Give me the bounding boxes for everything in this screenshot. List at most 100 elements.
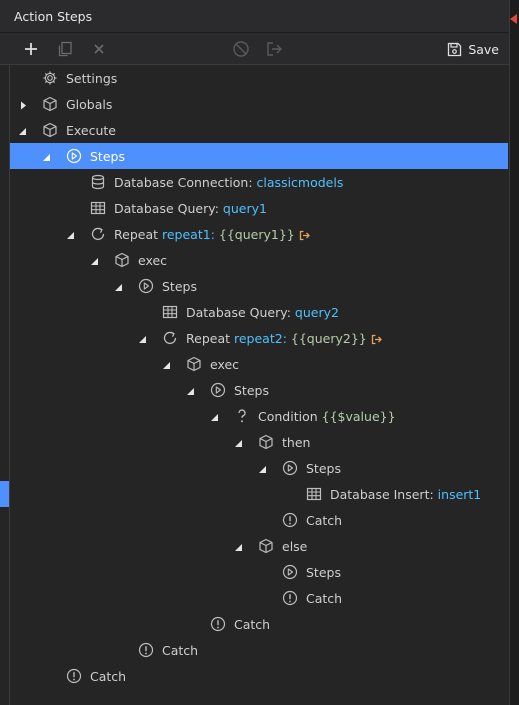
exclamation-circle-icon bbox=[65, 667, 83, 685]
tree-item-label: Database Query: query1 bbox=[114, 201, 267, 216]
tree-item-label: Catch bbox=[90, 669, 127, 684]
tree-item-label: Catch bbox=[234, 617, 271, 632]
tree-item-label: exec bbox=[210, 357, 240, 372]
tree-item-then[interactable]: then bbox=[10, 429, 508, 455]
collapse-triangle-icon[interactable] bbox=[138, 333, 147, 343]
tree-item-label: else bbox=[282, 539, 308, 554]
tree-item-label: Database Insert: insert1 bbox=[330, 487, 482, 502]
tree-item-label: Catch bbox=[306, 591, 343, 606]
tree-item-label: Globals bbox=[66, 97, 113, 112]
tree-item-label: exec bbox=[138, 253, 168, 268]
tree-item-label: Steps bbox=[234, 383, 269, 398]
tree-item-steps[interactable]: Steps bbox=[10, 143, 508, 169]
exclamation-circle-icon bbox=[281, 589, 299, 607]
tree-item-catch[interactable]: Catch bbox=[10, 611, 508, 637]
exclamation-circle-icon bbox=[137, 641, 155, 659]
save-button[interactable]: Save bbox=[447, 39, 499, 59]
collapse-triangle-icon[interactable] bbox=[162, 359, 171, 369]
collapse-triangle-icon[interactable] bbox=[18, 125, 27, 135]
copy-icon[interactable] bbox=[55, 39, 75, 59]
repeat-icon bbox=[161, 329, 179, 347]
tree-item-catch[interactable]: Catch bbox=[10, 663, 508, 689]
tree-item-database-insert[interactable]: Database Insert: insert1 bbox=[10, 481, 508, 507]
connection-value: classicmodels bbox=[256, 175, 344, 190]
collapse-triangle-icon[interactable] bbox=[90, 255, 99, 265]
panel-titlebar: Action Steps bbox=[0, 0, 509, 33]
tree-item-label: Settings bbox=[66, 71, 118, 86]
tree-item-catch[interactable]: Catch bbox=[10, 507, 508, 533]
tree-item-repeat1[interactable]: Repeat repeat1: {{query1}} bbox=[10, 221, 508, 247]
tree-item-label: Catch bbox=[306, 513, 343, 528]
plus-icon[interactable] bbox=[21, 39, 41, 59]
collapse-triangle-icon[interactable] bbox=[42, 151, 51, 161]
collapse-triangle-icon[interactable] bbox=[186, 385, 195, 395]
play-circle-icon bbox=[281, 459, 299, 477]
left-accent-bar bbox=[0, 481, 9, 507]
close-icon[interactable] bbox=[89, 39, 109, 59]
tree-item-condition[interactable]: Condition {{$value}} bbox=[10, 403, 508, 429]
repeat-name: repeat1: bbox=[162, 227, 215, 242]
tree-item-label: Repeat repeat1: {{query1}} bbox=[114, 227, 311, 242]
exclamation-circle-icon bbox=[281, 511, 299, 529]
right-edge-strip bbox=[509, 0, 519, 705]
tree-item-exec[interactable]: exec bbox=[10, 247, 508, 273]
tree-item-label: Condition {{$value}} bbox=[258, 409, 396, 424]
query-value: query1 bbox=[222, 201, 267, 216]
table-icon bbox=[89, 199, 107, 217]
steps-tree: Settings Globals Execute Steps Database … bbox=[0, 65, 509, 705]
collapse-triangle-icon[interactable] bbox=[258, 463, 267, 473]
collapse-triangle-icon[interactable] bbox=[234, 437, 243, 447]
floppy-disk-icon bbox=[448, 42, 462, 56]
collapse-triangle-icon[interactable] bbox=[234, 541, 243, 551]
tree-item-label: then bbox=[282, 435, 311, 450]
disable-icon[interactable] bbox=[231, 39, 251, 59]
collapse-triangle-icon[interactable] bbox=[210, 411, 219, 421]
play-circle-icon bbox=[137, 277, 155, 295]
action-steps-window: Action Steps Save Settings Globals Execu… bbox=[0, 0, 519, 705]
expand-triangle-icon[interactable] bbox=[19, 99, 28, 110]
panel-title: Action Steps bbox=[14, 9, 93, 24]
tree-item-exec[interactable]: exec bbox=[10, 351, 508, 377]
collapse-triangle-icon[interactable] bbox=[114, 281, 123, 291]
play-circle-icon bbox=[209, 381, 227, 399]
tree-item-database-query[interactable]: Database Query: query2 bbox=[10, 299, 508, 325]
tree-item-execute[interactable]: Execute bbox=[10, 117, 508, 143]
tree-item-label: Database Connection: classicmodels bbox=[114, 175, 344, 190]
cube-icon bbox=[41, 121, 59, 139]
condition-expression: {{$value}} bbox=[321, 409, 396, 424]
tree-item-label: Steps bbox=[306, 565, 341, 580]
tree-item-catch[interactable]: Catch bbox=[10, 637, 508, 663]
play-circle-icon bbox=[65, 147, 83, 165]
question-icon bbox=[233, 407, 251, 425]
tree-item-steps[interactable]: Steps bbox=[10, 273, 508, 299]
exclamation-circle-icon bbox=[209, 615, 227, 633]
collapse-triangle-icon[interactable] bbox=[66, 229, 75, 239]
exit-icon bbox=[299, 230, 310, 241]
tree-item-steps[interactable]: Steps bbox=[10, 559, 508, 585]
tree-item-label: Execute bbox=[66, 123, 116, 138]
tree-item-settings[interactable]: Settings bbox=[10, 65, 508, 91]
repeat-name: repeat2: bbox=[234, 331, 287, 346]
table-icon bbox=[305, 485, 323, 503]
cube-icon bbox=[257, 537, 275, 555]
tree-item-catch[interactable]: Catch bbox=[10, 585, 508, 611]
tree-item-globals[interactable]: Globals bbox=[10, 91, 508, 117]
play-circle-icon bbox=[281, 563, 299, 581]
tree-item-label: Steps bbox=[90, 149, 125, 164]
exit-icon bbox=[371, 334, 382, 345]
cube-icon bbox=[257, 433, 275, 451]
tree-item-steps[interactable]: Steps bbox=[10, 455, 508, 481]
export-icon[interactable] bbox=[265, 39, 285, 59]
tree-item-else[interactable]: else bbox=[10, 533, 508, 559]
cube-icon bbox=[41, 95, 59, 113]
tree-item-database-connection[interactable]: Database Connection: classicmodels bbox=[10, 169, 508, 195]
tree-item-steps[interactable]: Steps bbox=[10, 377, 508, 403]
cube-icon bbox=[113, 251, 131, 269]
toolbar: Save bbox=[0, 33, 509, 65]
insert-value: insert1 bbox=[437, 487, 482, 502]
tree-item-database-query[interactable]: Database Query: query1 bbox=[10, 195, 508, 221]
tree-item-label: Catch bbox=[162, 643, 199, 658]
tree-item-label: Steps bbox=[306, 461, 341, 476]
cube-icon bbox=[185, 355, 203, 373]
tree-item-repeat2[interactable]: Repeat repeat2: {{query2}} bbox=[10, 325, 508, 351]
